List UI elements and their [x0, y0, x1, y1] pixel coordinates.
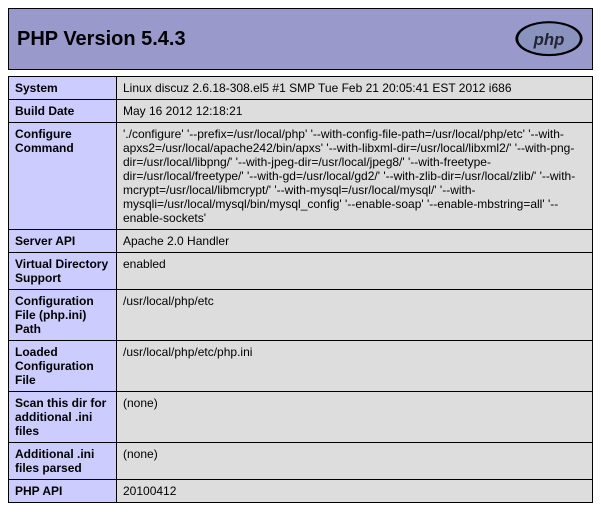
row-label: Configure Command — [9, 123, 117, 230]
row-label: Configuration File (php.ini) Path — [9, 290, 117, 341]
table-row: PHP API20100412 — [9, 480, 593, 503]
row-label: PHP API — [9, 480, 117, 503]
row-label: Scan this dir for additional .ini files — [9, 392, 117, 443]
row-value: /usr/local/php/etc — [117, 290, 593, 341]
row-value: 20100412 — [117, 480, 593, 503]
row-value: /usr/local/php/etc/php.ini — [117, 341, 593, 392]
table-row: Configure Command'./configure' '--prefix… — [9, 123, 593, 230]
table-row: Loaded Configuration File/usr/local/php/… — [9, 341, 593, 392]
header-bar: PHP Version 5.4.3 php — [8, 8, 593, 70]
table-row: Additional .ini files parsed(none) — [9, 443, 593, 480]
table-row: Server APIApache 2.0 Handler — [9, 230, 593, 253]
row-label: Virtual Directory Support — [9, 253, 117, 290]
row-value: May 16 2012 12:18:21 — [117, 100, 593, 123]
row-value: (none) — [117, 392, 593, 443]
table-row: Configuration File (php.ini) Path/usr/lo… — [9, 290, 593, 341]
row-value: enabled — [117, 253, 593, 290]
row-label: Additional .ini files parsed — [9, 443, 117, 480]
row-label: System — [9, 77, 117, 100]
table-row: Scan this dir for additional .ini files(… — [9, 392, 593, 443]
svg-text:php: php — [533, 30, 565, 49]
table-row: SystemLinux discuz 2.6.18-308.el5 #1 SMP… — [9, 77, 593, 100]
row-label: Server API — [9, 230, 117, 253]
info-table-body: SystemLinux discuz 2.6.18-308.el5 #1 SMP… — [9, 77, 593, 503]
row-label: Build Date — [9, 100, 117, 123]
row-value: Apache 2.0 Handler — [117, 230, 593, 253]
table-row: Virtual Directory Supportenabled — [9, 253, 593, 290]
row-value: (none) — [117, 443, 593, 480]
info-table: SystemLinux discuz 2.6.18-308.el5 #1 SMP… — [8, 76, 593, 503]
table-row: Build DateMay 16 2012 12:18:21 — [9, 100, 593, 123]
phpinfo-page: PHP Version 5.4.3 php SystemLinux discuz… — [8, 8, 593, 503]
row-value: './configure' '--prefix=/usr/local/php' … — [117, 123, 593, 230]
php-logo-icon: php — [514, 19, 584, 59]
row-label: Loaded Configuration File — [9, 341, 117, 392]
page-title: PHP Version 5.4.3 — [17, 28, 186, 51]
row-value: Linux discuz 2.6.18-308.el5 #1 SMP Tue F… — [117, 77, 593, 100]
